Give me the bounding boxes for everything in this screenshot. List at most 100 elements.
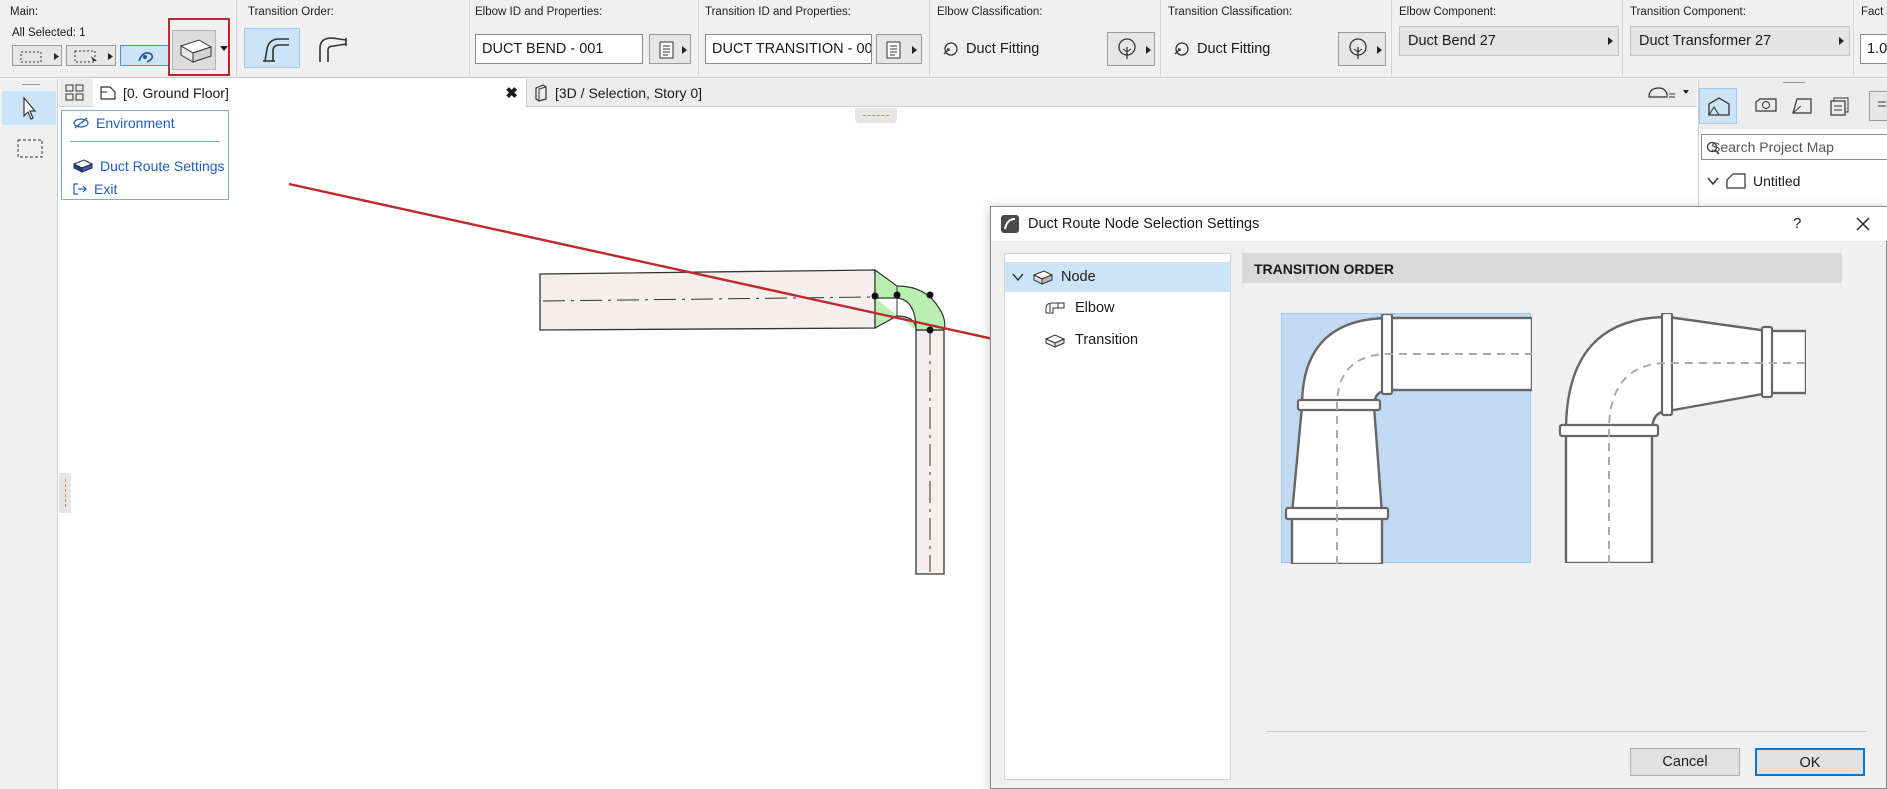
elbow-first-illustration <box>1558 311 1808 565</box>
transition-id-field[interactable]: DUCT TRANSITION - 001 <box>705 34 872 64</box>
navigator-options-button[interactable] <box>1869 91 1887 121</box>
marquee-tool[interactable] <box>2 131 56 165</box>
canvas-top-handle[interactable] <box>855 108 897 123</box>
transition-first-icon <box>263 38 289 62</box>
marquee-icon <box>20 51 59 63</box>
transition-component-select[interactable]: Duct Transformer 27 <box>1630 26 1850 56</box>
project-map-icon <box>1708 97 1730 116</box>
transition-classification-tree-button[interactable] <box>1338 32 1386 66</box>
elbow-classification-tree-button[interactable] <box>1107 32 1155 66</box>
canvas-left-handle[interactable] <box>59 473 71 513</box>
elbow-id-field[interactable]: DUCT BEND - 001 <box>475 34 643 64</box>
dialog-content-panel: TRANSITION ORDER <box>1242 253 1882 733</box>
arrow-tool[interactable] <box>2 91 56 125</box>
exit-icon <box>73 183 87 195</box>
element-type-dropdown-arrow[interactable] <box>220 46 228 51</box>
chevron-down-icon[interactable] <box>1707 176 1719 186</box>
transition-order-option-1[interactable] <box>244 28 300 68</box>
tab-3d-selection-label: [3D / Selection, Story 0] <box>555 85 703 101</box>
node-hotspot[interactable] <box>926 326 934 334</box>
transition-icon <box>1044 334 1066 348</box>
archicad-app-icon <box>1001 215 1019 233</box>
transition-id-title: Transition ID and Properties: <box>705 6 851 18</box>
close-tab-icon[interactable]: ✖ <box>505 84 518 102</box>
environment-item[interactable]: Environment <box>72 115 175 131</box>
layout-book-button[interactable] <box>1787 91 1817 121</box>
selection-area-button[interactable] <box>66 45 116 66</box>
help-button[interactable]: ? <box>1793 215 1801 232</box>
tab-overview-button[interactable] <box>63 82 87 104</box>
pet-palette: Environment Duct Route Settings Exit <box>61 110 229 200</box>
tree-transition[interactable]: Transition <box>1005 325 1230 355</box>
duct-route-settings-label: Duct Route Settings <box>100 158 225 174</box>
elbow-component-text: Duct Bend 27 <box>1408 33 1496 49</box>
project-map-search[interactable]: Search Project Map <box>1701 134 1887 160</box>
cancel-button[interactable]: Cancel <box>1630 748 1740 776</box>
node-icon <box>1032 270 1054 285</box>
duct-route-settings-item[interactable]: Duct Route Settings <box>72 158 225 174</box>
document-icon <box>659 41 687 59</box>
elbow-id-panel: Elbow ID and Properties: DUCT BEND - 001 <box>471 0 699 78</box>
marquee-tool-icon <box>17 139 43 158</box>
elbow-classification-text: Duct Fitting <box>966 41 1040 57</box>
node-hotspot[interactable] <box>893 291 901 299</box>
magic-wand-icon <box>138 52 154 63</box>
transition-properties-button[interactable] <box>876 34 922 64</box>
classification-icon <box>943 42 958 56</box>
search-placeholder: Search Project Map <box>1711 139 1834 155</box>
tree-elbow[interactable]: Elbow <box>1005 293 1230 323</box>
selection-count-label: All Selected: 1 <box>12 27 86 39</box>
info-box: Main: All Selected: 1 Transition Order: … <box>0 0 1887 78</box>
grid-icon <box>65 84 84 101</box>
duct-element-icon <box>179 39 213 63</box>
elbow-component-select[interactable]: Duct Bend 27 <box>1399 26 1619 56</box>
transition-order-option-2[interactable] <box>306 28 362 68</box>
transition-order-section-header: TRANSITION ORDER <box>1242 253 1842 283</box>
transition-classification-title: Transition Classification: <box>1168 6 1293 18</box>
transition-order-title: Transition Order: <box>248 6 334 18</box>
elbow-first-option[interactable] <box>1556 311 1808 565</box>
transition-classification-panel: Transition Classification: Duct Fitting <box>1162 0 1392 78</box>
transition-order-panel: Transition Order: <box>238 0 470 78</box>
view-map-button[interactable] <box>1751 91 1781 121</box>
tab-ground-floor[interactable]: [0. Ground Floor] ✖ <box>93 79 526 107</box>
factor-field[interactable]: 1.00 <box>1860 34 1887 64</box>
tab-3d-selection[interactable]: [3D / Selection, Story 0] <box>526 79 901 107</box>
tree-elbow-label: Elbow <box>1075 300 1115 316</box>
transition-component-panel: Transition Component: Duct Transformer 2… <box>1624 0 1854 78</box>
tree-node[interactable]: Node <box>1005 262 1230 292</box>
tree-item-untitled-label: Untitled <box>1753 173 1801 189</box>
transition-component-text: Duct Transformer 27 <box>1639 33 1772 49</box>
elbow-classification-title: Elbow Classification: <box>937 6 1043 18</box>
main-panel: Main: All Selected: 1 <box>0 0 237 78</box>
transition-classification-value[interactable]: Duct Fitting <box>1172 40 1270 58</box>
exit-label: Exit <box>94 181 118 197</box>
chevron-down-icon[interactable] <box>1011 271 1025 283</box>
project-icon <box>1726 173 1746 189</box>
elbow-properties-button[interactable] <box>649 34 691 64</box>
magic-wand-button[interactable] <box>120 45 170 66</box>
tree-icon <box>1349 38 1382 59</box>
close-icon[interactable] <box>1853 214 1873 234</box>
transition-first-illustration <box>1284 312 1534 566</box>
pet-divider <box>70 141 220 142</box>
duct-element-button[interactable] <box>172 30 216 70</box>
project-map-button[interactable] <box>1699 88 1737 124</box>
dialog-title-bar: Duct Route Node Selection Settings ? <box>991 207 1887 241</box>
elbow-id-title: Elbow ID and Properties: <box>475 6 603 18</box>
transition-classification-text: Duct Fitting <box>1197 41 1271 57</box>
ok-button[interactable]: OK <box>1755 748 1865 776</box>
tree-item-untitled[interactable]: Untitled <box>1707 169 1887 193</box>
navigator-grip <box>1783 82 1805 83</box>
transition-first-option[interactable] <box>1281 312 1534 566</box>
publisher-sets-button[interactable] <box>1823 91 1853 121</box>
publisher-sets-icon <box>1830 97 1849 116</box>
node-hotspot[interactable] <box>926 291 934 299</box>
view-map-icon <box>1755 98 1777 112</box>
marquee-button[interactable] <box>12 45 62 66</box>
exit-item[interactable]: Exit <box>72 181 117 197</box>
elbow-classification-value[interactable]: Duct Fitting <box>941 40 1039 58</box>
tab-list-button[interactable] <box>1645 83 1693 103</box>
node-hotspot[interactable] <box>871 292 879 300</box>
tree-icon <box>1118 38 1151 59</box>
